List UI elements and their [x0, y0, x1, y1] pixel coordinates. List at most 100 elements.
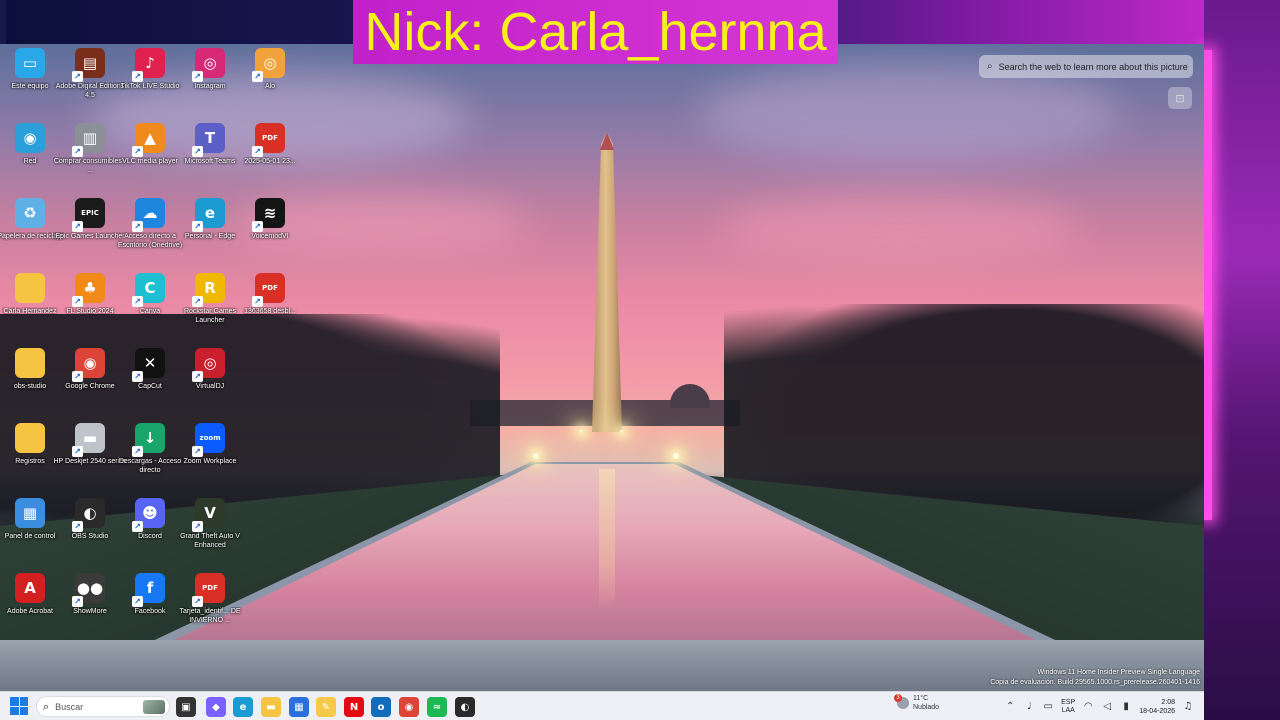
- capcut-icon: ✕: [132, 348, 165, 382]
- printer-icon: ▥: [72, 123, 105, 157]
- task-view-icon[interactable]: ▣: [176, 697, 196, 717]
- lens-search-text: Search the web to learn more about this …: [998, 61, 1188, 72]
- adobe-digital-editions-icon: ▤: [72, 48, 105, 82]
- edge-icon[interactable]: e: [233, 697, 253, 717]
- lamp-light: [533, 453, 539, 459]
- onedrive-icon: ☁: [132, 198, 165, 232]
- hp-printer-icon: ▬: [72, 423, 105, 457]
- start-button[interactable]: [10, 697, 28, 715]
- folder-icon: [15, 273, 45, 303]
- virtualdj-icon: ◎: [192, 348, 225, 382]
- gta-icon: V: [192, 498, 225, 532]
- desktop-icon-label: Tarjeta_identif... DE INVIERNO ...: [179, 608, 241, 624]
- search-placeholder: Buscar: [55, 701, 84, 712]
- weather-badge: 3: [894, 694, 902, 702]
- recycle-bin-icon: ♻: [15, 198, 45, 228]
- taskbar-search[interactable]: ⌕ Buscar: [36, 696, 170, 717]
- lamp-light: [673, 453, 679, 459]
- lens-search-icon: ⌕: [987, 61, 993, 72]
- zoom-icon: zoom: [192, 423, 225, 457]
- instagram-icon: ◎: [192, 48, 225, 82]
- watermark-edition: Windows 11 Home Insider Preview Single L…: [1037, 669, 1200, 676]
- desktop-icon[interactable]: ≋VoicemodVI: [233, 198, 307, 241]
- desktop-icon-label: Alo: [264, 83, 276, 90]
- screen: ▭Este equipo▤Adobe Digital Editions 4.5♪…: [0, 0, 1280, 720]
- weather-condition: Nublado: [913, 704, 940, 711]
- clock[interactable]: 2:08 18-04-2026: [1139, 698, 1175, 716]
- system-tray: ⌃ ♩ ▭ ESP LAA ◠ ◁ ▮ 2:08 18-04-2026 ♫: [1004, 692, 1194, 720]
- pdf-icon: PDF: [252, 123, 285, 157]
- computer-icon: ▭: [15, 48, 45, 78]
- alo-icon: ◎: [252, 48, 285, 82]
- folder-icon[interactable]: ▬: [261, 697, 281, 717]
- overlay-neon-frame: [1204, 0, 1280, 720]
- acrobat-icon: A: [15, 573, 45, 603]
- epic-games-icon: EPIC: [72, 198, 105, 232]
- vlc-icon: ▲: [132, 123, 165, 157]
- desktop-icon[interactable]: PDF1363658 desbl...: [233, 273, 307, 316]
- facebook-icon: f: [132, 573, 165, 607]
- clock-date: 18-04-2026: [1139, 707, 1175, 715]
- desktop-icon-grid: ▭Este equipo▤Adobe Digital Editions 4.5♪…: [0, 44, 320, 644]
- desktop-icon-label: 2025-05-01 23...: [244, 158, 296, 165]
- language-bottom: LAA: [1061, 706, 1075, 714]
- notes-icon[interactable]: ✎: [316, 697, 336, 717]
- search-highlight-icon: [143, 699, 165, 714]
- desktop-icon[interactable]: zoomZoom Workplace: [173, 423, 247, 466]
- desktop-icon-label: Zoom Workplace: [183, 458, 237, 465]
- desktop-icon-label: Grand Theft Auto V Enhanced: [180, 533, 240, 549]
- language-indicator[interactable]: ESP LAA: [1061, 699, 1075, 715]
- downloads-folder-icon: ↓: [132, 423, 165, 457]
- fl-studio-icon: ♣: [72, 273, 105, 307]
- outlook-icon[interactable]: o: [371, 697, 391, 717]
- discord-icon: ☻: [132, 498, 165, 532]
- weather-temp: 11°C: [913, 695, 929, 702]
- taskbar: ⌕ Buscar ▣ ◆ e ▬ ▦ ✎ No ◉ ≈ ◐ 3 11°C Nublado ⌃ ♩ …: [0, 691, 1204, 720]
- monument-tip: [600, 132, 614, 150]
- wifi-icon[interactable]: ◠: [1082, 701, 1094, 712]
- weather-widget[interactable]: 3 11°C Nublado: [894, 694, 940, 712]
- search-icon: ⌕: [43, 699, 50, 713]
- battery-icon[interactable]: ▮: [1120, 701, 1132, 712]
- spotify-icon[interactable]: ≈: [427, 697, 447, 717]
- clock-time: 2:08: [1161, 698, 1175, 706]
- language-top: ESP: [1061, 698, 1076, 706]
- monument-reflection: [599, 469, 615, 609]
- tiktok-icon: ♪: [132, 48, 165, 82]
- desktop-icon-label: VirtualDJ: [195, 383, 225, 390]
- chevron-up-icon[interactable]: ⌃: [1004, 701, 1016, 712]
- canva-icon: C: [132, 273, 165, 307]
- lens-search-pill[interactable]: ⌕ Search the web to learn more about thi…: [979, 55, 1193, 78]
- network-icon: ◉: [15, 123, 45, 153]
- desktop-icon[interactable]: PDF2025-05-01 23...: [233, 123, 307, 166]
- desktop-icon[interactable]: ◎VirtualDJ: [173, 348, 247, 391]
- pdf-icon: PDF: [192, 573, 225, 607]
- obs-icon: ◐: [72, 498, 105, 532]
- weather-cloud-icon: 3: [894, 694, 909, 709]
- microphone-icon[interactable]: ♩: [1023, 701, 1035, 712]
- showmore-icon: ●●: [72, 573, 105, 607]
- desktop-icon[interactable]: PDFTarjeta_identif... DE INVIERNO ...: [173, 573, 247, 625]
- lamp-light: [580, 430, 583, 433]
- chrome-icon[interactable]: ◉: [399, 697, 419, 717]
- desktop-icon[interactable]: VGrand Theft Auto V Enhanced: [173, 498, 247, 550]
- lamp-light: [620, 430, 623, 433]
- keyboard-icon[interactable]: ▭: [1042, 701, 1054, 712]
- chrome-icon: ◉: [72, 348, 105, 382]
- notifications-icon[interactable]: ♫: [1182, 701, 1194, 712]
- pdf-icon: PDF: [252, 273, 285, 307]
- folder-icon: [15, 348, 45, 378]
- copilot-icon[interactable]: ◆: [206, 697, 226, 717]
- voicemod-icon: ≋: [252, 198, 285, 232]
- nick-banner: Nick: Carla_hernna: [353, 0, 838, 64]
- obs-icon[interactable]: ◐: [455, 697, 475, 717]
- nick-text: Nick: Carla_hernna: [364, 2, 827, 62]
- desktop-icon[interactable]: ◎Alo: [233, 48, 307, 91]
- washington-monument: [592, 132, 622, 432]
- desktop-icon-label: 1363658 desbl...: [244, 308, 296, 315]
- volume-icon[interactable]: ◁: [1101, 701, 1113, 712]
- desktop-icon-label: VoicemodVI: [251, 233, 289, 240]
- netflix-icon[interactable]: N: [344, 697, 364, 717]
- visual-scan-icon[interactable]: ⊡: [1168, 87, 1192, 109]
- store-icon[interactable]: ▦: [289, 697, 309, 717]
